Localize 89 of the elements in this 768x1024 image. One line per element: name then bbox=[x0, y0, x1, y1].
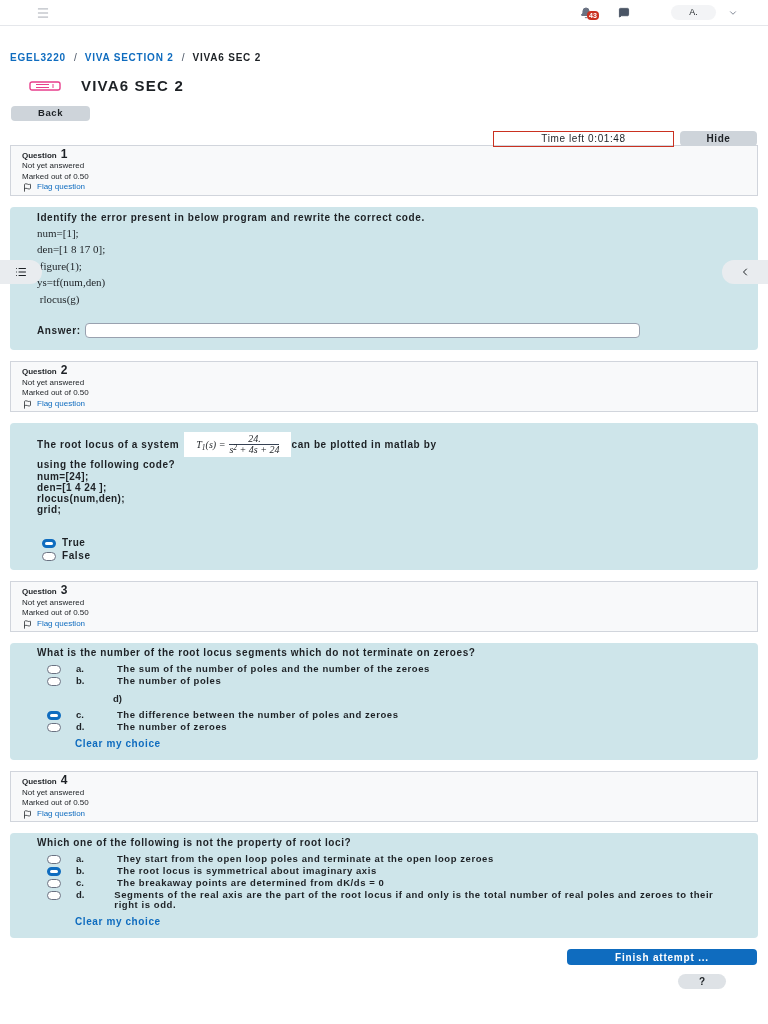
flag-icon bbox=[22, 183, 33, 193]
option-letter: b. bbox=[75, 676, 86, 687]
radio-button[interactable] bbox=[47, 677, 61, 687]
breadcrumb-link[interactable]: VIVA SECTION 2 bbox=[84, 50, 174, 65]
code-line: grid; bbox=[37, 504, 62, 516]
question-text: using the following code? bbox=[37, 459, 177, 472]
question-label: Question bbox=[22, 150, 57, 162]
code-line: rlocus(g) bbox=[38, 291, 81, 307]
formula: T$_{1}$(s) = 24. s$^{2}$ + 4s + 24 bbox=[184, 432, 292, 458]
code-line: num=[24]; bbox=[37, 471, 89, 483]
radio-button[interactable] bbox=[47, 879, 61, 889]
question-text: Which one of the following is not the property of root loci? bbox=[37, 837, 353, 849]
stray-label: d) bbox=[113, 693, 122, 705]
answer-field[interactable] bbox=[84, 323, 640, 339]
finish-attempt-button[interactable]: Finish attempt ... bbox=[567, 949, 757, 966]
option-letter: a. bbox=[75, 664, 85, 675]
option-letter: d. bbox=[75, 722, 86, 733]
code-line: ys=tf(num,den) bbox=[37, 275, 107, 291]
option-letter: d. bbox=[75, 890, 86, 901]
page-title: VIVA6 SEC 2 bbox=[81, 76, 184, 96]
code-line: figure(1); bbox=[38, 258, 83, 274]
question-label: Question bbox=[22, 777, 57, 788]
code-line: den=[1 8 17 0]; bbox=[37, 242, 107, 258]
flag-icon bbox=[22, 619, 33, 629]
radio-button[interactable] bbox=[47, 665, 61, 675]
question-text: Identify the error present in below program and rewrite the correct code. bbox=[37, 211, 426, 224]
option-letter: a. bbox=[75, 854, 85, 865]
question-text: What is the number of the root locus segments which do not terminate on zeroes? bbox=[37, 647, 477, 659]
option-letter: b. bbox=[75, 866, 86, 877]
question-number: 1 bbox=[60, 147, 68, 160]
radio-button[interactable] bbox=[42, 551, 56, 561]
question-marks: Marked out of 0.50 bbox=[22, 608, 90, 619]
answer-label: Answer: bbox=[37, 324, 81, 339]
clear-choice-link[interactable]: Clear my choice bbox=[75, 916, 731, 929]
question-text: The root locus of a system bbox=[37, 438, 180, 451]
chat-icon[interactable] bbox=[617, 7, 631, 18]
radio-selected[interactable] bbox=[47, 711, 61, 721]
clear-choice-link[interactable]: Clear my choice bbox=[75, 738, 731, 751]
option-text[interactable]: The number of poles bbox=[117, 676, 222, 687]
help-button[interactable]: ? bbox=[678, 974, 726, 990]
flag-icon bbox=[22, 809, 33, 819]
flag-question-link[interactable]: Flag question bbox=[37, 808, 86, 820]
breadcrumb-separator: / bbox=[73, 51, 77, 65]
option-text[interactable]: The root locus is symmetrical about imaginary axis bbox=[117, 866, 377, 877]
hide-button[interactable]: Hide bbox=[680, 131, 757, 147]
question-label: Question bbox=[22, 367, 57, 378]
code-line: rlocus(num,den); bbox=[37, 493, 127, 505]
option-text[interactable]: The sum of the number of poles and the number of the zeroes bbox=[117, 664, 430, 675]
quiz-icon bbox=[29, 81, 61, 92]
code-line: num=[1]; bbox=[37, 225, 80, 241]
timer: Time left 0:01:48 bbox=[493, 130, 674, 147]
flag-icon bbox=[22, 399, 33, 409]
radio-button[interactable] bbox=[47, 891, 61, 901]
flag-question-link[interactable]: Flag question bbox=[37, 398, 86, 410]
option-letter: c. bbox=[75, 878, 85, 889]
user-avatar[interactable]: A. bbox=[671, 5, 716, 20]
flag-question-link[interactable]: Flag question bbox=[37, 618, 86, 630]
question-label: Question bbox=[22, 587, 57, 598]
radio-selected[interactable] bbox=[47, 867, 61, 877]
question-marks: Marked out of 0.50 bbox=[22, 171, 90, 183]
option-text[interactable]: Segments of the real axis are the part of the root locus if and only is the total number of real poles and zeroes to their right is odd. bbox=[114, 890, 731, 911]
question-number: 3 bbox=[60, 584, 68, 597]
list-icon bbox=[14, 266, 28, 278]
radio-button[interactable] bbox=[47, 855, 61, 865]
option-letter: c. bbox=[75, 710, 85, 721]
question-text: can be plotted in matlab by bbox=[291, 438, 437, 451]
right-drawer-toggle[interactable] bbox=[722, 260, 768, 284]
back-button[interactable]: Back bbox=[11, 105, 90, 121]
option-text[interactable]: False bbox=[62, 550, 91, 563]
question-status: Not yet answered bbox=[22, 377, 86, 389]
option-text[interactable]: They start from the open loop poles and terminate at the open loop zeroes bbox=[117, 854, 494, 865]
radio-selected[interactable] bbox=[42, 538, 56, 548]
question-status: Not yet answered bbox=[22, 161, 86, 172]
option-text[interactable]: True bbox=[62, 537, 86, 550]
question-status: Not yet answered bbox=[22, 597, 86, 609]
question-marks: Marked out of 0.50 bbox=[22, 388, 90, 399]
option-text[interactable]: The breakaway points are determined from dK/ds = 0 bbox=[117, 878, 385, 889]
breadcrumb-current: VIVA6 SEC 2 bbox=[192, 51, 262, 65]
question-number: 2 bbox=[60, 364, 68, 377]
flag-question-link[interactable]: Flag question bbox=[37, 182, 86, 193]
code-line: den=[1 4 24 ]; bbox=[37, 482, 107, 494]
breadcrumb-separator: / bbox=[181, 51, 185, 65]
breadcrumb-link[interactable]: EGEL3220 bbox=[10, 50, 66, 65]
radio-button[interactable] bbox=[47, 723, 61, 733]
question-status: Not yet answered bbox=[22, 787, 86, 799]
option-text[interactable]: The number of zeroes bbox=[117, 722, 228, 733]
question-number: 4 bbox=[60, 774, 68, 787]
question-marks: Marked out of 0.50 bbox=[22, 798, 90, 809]
option-text[interactable]: The difference between the number of poles and zeroes bbox=[117, 710, 399, 721]
